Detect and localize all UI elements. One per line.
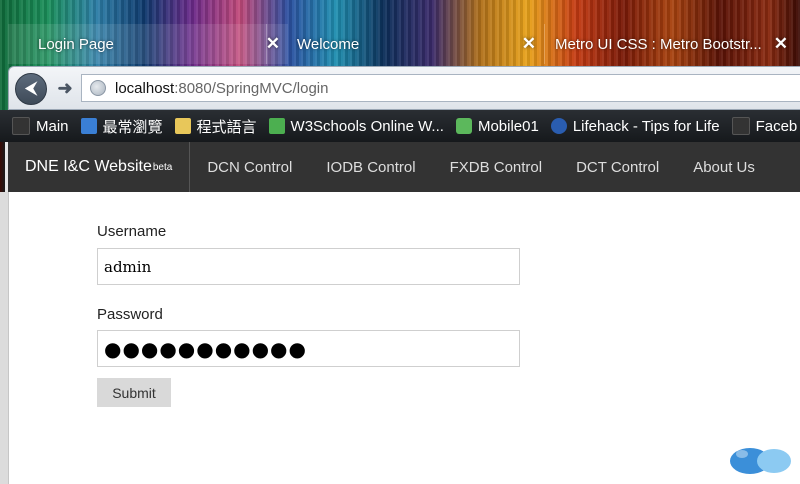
url-host: localhost: [115, 79, 175, 97]
submit-button[interactable]: Submit: [97, 378, 171, 407]
bookmark-most-visited[interactable]: 最常瀏覽: [80, 116, 163, 137]
tab-title: Welcome: [297, 35, 360, 53]
bookmark-main[interactable]: Main: [12, 117, 69, 135]
password-label: Password: [97, 306, 163, 323]
tab-title: Login Page: [38, 35, 114, 53]
nav-dcn-control[interactable]: DCN Control: [190, 159, 309, 176]
site-brand[interactable]: DNE I&C Website beta: [8, 142, 191, 192]
back-button[interactable]: ⮜: [15, 73, 47, 105]
brand-beta: beta: [152, 161, 173, 173]
site-navbar: DNE I&C Website beta DCN Control IODB Con…: [8, 142, 800, 192]
bookmark-programming[interactable]: 程式語言: [174, 116, 257, 137]
nav-fxdb-control[interactable]: FXDB Control: [433, 159, 560, 176]
url-path: :8080/SpringMVC/login: [174, 79, 329, 97]
tab-login-page[interactable]: Login Page ✕: [8, 24, 288, 64]
folder-icon: [731, 117, 750, 135]
forward-button[interactable]: ➜: [51, 74, 79, 102]
tab-title: Metro UI CSS : Metro Bootstr...: [555, 35, 762, 53]
tab-welcome[interactable]: Welcome ✕: [266, 24, 544, 64]
bookmark-label: Lifehack - Tips for Life: [572, 117, 720, 135]
bookmark-w3schools[interactable]: W3Schools Online W...: [268, 117, 444, 135]
brand-text: DNE I&C Website: [25, 158, 152, 175]
arrow-left-icon: ⮜: [25, 80, 37, 97]
nav-dct-control[interactable]: DCT Control: [559, 159, 676, 176]
folder-icon: [12, 117, 30, 135]
username-label: Username: [97, 223, 167, 240]
browser-toolbar: ⮜ ➜ localhost:8080/SpringMVC/login: [8, 66, 800, 110]
close-icon[interactable]: ✕: [774, 34, 788, 54]
password-input[interactable]: [97, 330, 520, 367]
bookmark-label: 程式語言: [196, 118, 257, 136]
nav-about-us[interactable]: About Us: [676, 159, 772, 176]
mobile01-icon: [455, 118, 472, 134]
window-left-edge: [0, 192, 9, 484]
ithome-logo-watermark: [730, 448, 791, 474]
lifehack-icon: [550, 118, 567, 134]
bookmark-label: 最常瀏覽: [102, 118, 163, 136]
bookmark-label: W3Schools Online W...: [290, 117, 444, 135]
bookmark-facebook[interactable]: Faceb: [731, 117, 798, 135]
bookmark-lifehack[interactable]: Lifehack - Tips for Life: [550, 117, 720, 135]
arrow-right-icon: ➜: [57, 77, 73, 98]
bookmark-label: Faceb: [755, 117, 798, 135]
bookmark-label: Main: [36, 117, 69, 135]
globe-icon: [90, 80, 106, 96]
address-bar[interactable]: localhost:8080/SpringMVC/login: [81, 74, 800, 102]
username-input[interactable]: [97, 248, 520, 285]
nav-iodb-control[interactable]: IODB Control: [309, 159, 432, 176]
bookmark-list-icon: [80, 118, 97, 134]
bookmark-label: Mobile01: [477, 117, 539, 135]
close-icon[interactable]: ✕: [522, 34, 536, 54]
tab-metro-ui[interactable]: Metro UI CSS : Metro Bootstr... ✕: [544, 24, 800, 64]
w3schools-icon: [268, 118, 285, 134]
bookmark-mobile01[interactable]: Mobile01: [455, 117, 539, 135]
folder-icon: [174, 118, 191, 134]
bookmarks-bar: Main 最常瀏覽 程式語言 W3Schools Online W... Mob…: [0, 110, 800, 142]
